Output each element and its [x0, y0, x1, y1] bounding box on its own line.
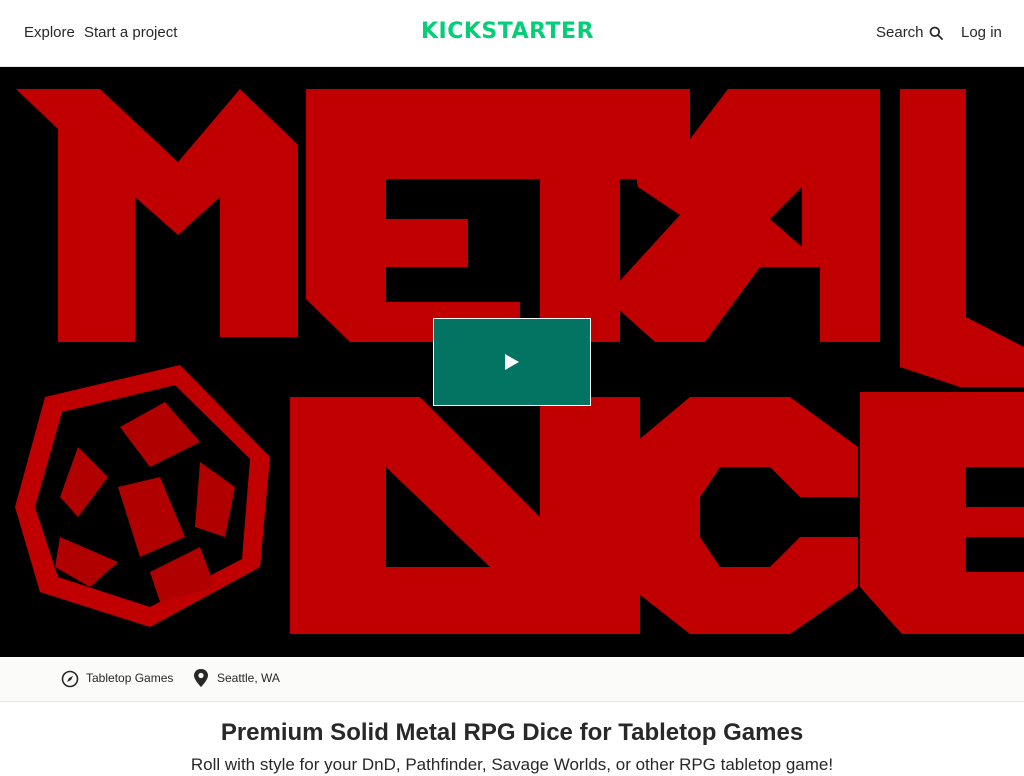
kickstarter-logo[interactable]: KICKSTARTER	[421, 19, 594, 45]
search-icon[interactable]	[929, 26, 943, 40]
project-title: Premium Solid Metal RPG Dice for Tableto…	[220, 719, 804, 746]
category-link[interactable]: Tabletop Games	[86, 671, 173, 685]
play-video-button[interactable]	[433, 318, 591, 406]
project-video[interactable]	[0, 67, 1024, 657]
project-blurb: Roll with style for your DnD, Pathfinder…	[190, 755, 834, 774]
start-project-link[interactable]: Start a project	[84, 24, 177, 42]
play-icon	[505, 354, 519, 370]
top-navigation: Explore Start a project KICKSTARTER Sear…	[0, 0, 1024, 67]
location-link[interactable]: Seattle, WA	[217, 671, 280, 685]
compass-icon	[61, 670, 79, 688]
explore-link[interactable]: Explore	[24, 24, 75, 42]
location-pin-icon	[194, 669, 208, 687]
search-link[interactable]: Search	[876, 24, 924, 42]
project-meta-bar: Tabletop Games Seattle, WA	[0, 657, 1024, 702]
login-link[interactable]: Log in	[961, 24, 1002, 42]
